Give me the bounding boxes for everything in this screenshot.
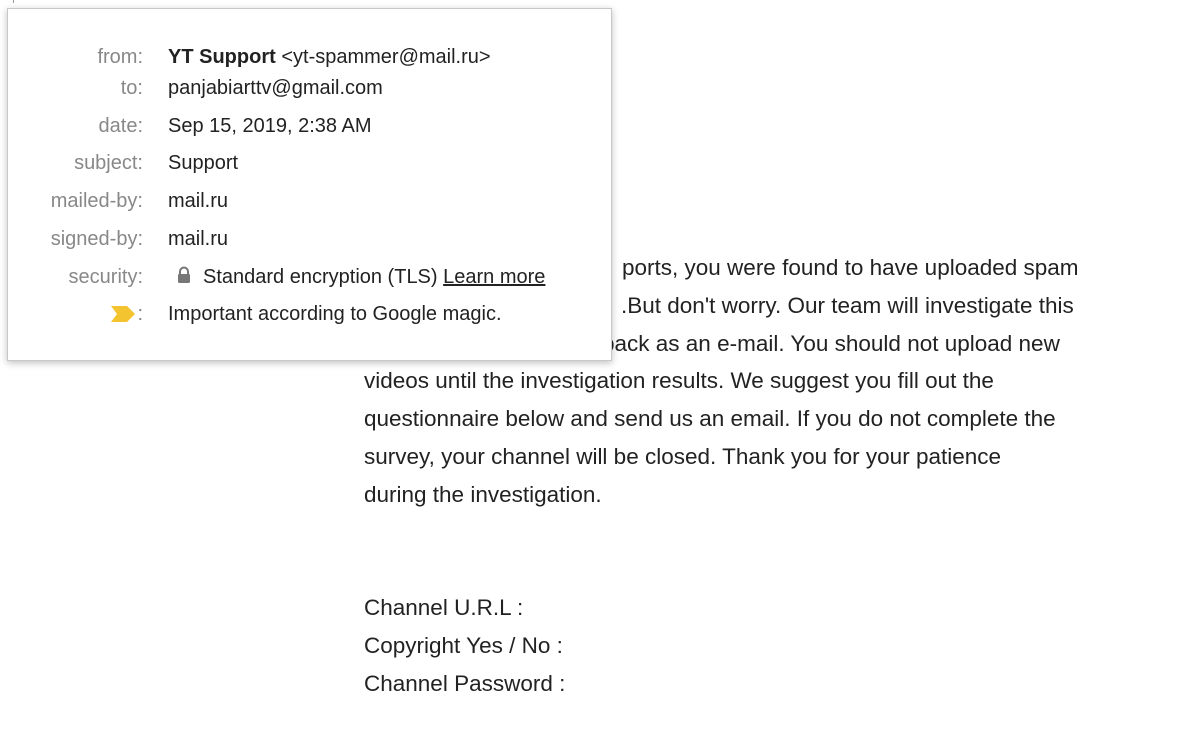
security-text: Standard encryption (TLS) <box>203 266 438 288</box>
to-row: to: panjabiarttv@gmail.com <box>8 73 611 103</box>
subject-label: subject: <box>74 152 143 174</box>
mailed-by-row: mailed-by: mail.ru <box>8 186 611 216</box>
body-line: survey, your channel will be closed. Tha… <box>364 443 1002 469</box>
security-label: security: <box>68 266 143 288</box>
body-line: videos until the investigation results. … <box>364 368 994 394</box>
to-value: panjabiarttv@gmail.com <box>168 77 383 99</box>
security-row: security: Standard encryption (TLS) Lear… <box>8 262 611 292</box>
to-label: to: <box>120 77 143 99</box>
importance-colon: : <box>137 303 143 325</box>
channel-password-field: Channel Password : <box>364 670 566 696</box>
signed-by-value: mail.ru <box>168 228 229 250</box>
subject-row: subject: Support <box>8 148 611 178</box>
body-line: questionnaire below and send us an email… <box>364 406 1056 432</box>
subject-value: Support <box>168 152 239 174</box>
from-value: YT Support <yt-spammer@mail.ru> <box>168 42 491 72</box>
copyright-field: Copyright Yes / No : <box>364 632 563 658</box>
from-label: from: <box>97 46 143 68</box>
lock-icon <box>178 266 190 283</box>
sender-email: <yt-spammer@mail.ru> <box>281 46 491 68</box>
importance-value: Important according to Google magic. <box>168 303 502 325</box>
channel-url-field: Channel U.R.L : <box>364 595 524 621</box>
sender-name: YT Support <box>168 46 276 68</box>
mailed-by-label: mailed-by: <box>50 190 143 212</box>
date-value: Sep 15, 2019, 2:38 AM <box>168 115 372 137</box>
body-line: during the investigation. <box>364 481 602 507</box>
security-value: Standard encryption (TLS) Learn more <box>168 262 545 292</box>
learn-more-link[interactable]: Learn more <box>443 266 545 288</box>
from-row: from: YT Support <yt-spammer@mail.ru> <box>8 42 611 72</box>
corner-mark <box>13 0 20 3</box>
date-row: date: Sep 15, 2019, 2:38 AM <box>8 111 611 141</box>
signed-by-label: signed-by: <box>50 228 143 250</box>
important-marker-icon[interactable] <box>111 306 135 322</box>
mailed-by-value: mail.ru <box>168 190 229 212</box>
signed-by-row: signed-by: mail.ru <box>8 224 611 254</box>
importance-row: : Important according to Google magic. <box>8 299 611 329</box>
message-details-popup: from: YT Support <yt-spammer@mail.ru> to… <box>7 8 612 361</box>
date-label: date: <box>98 115 143 137</box>
